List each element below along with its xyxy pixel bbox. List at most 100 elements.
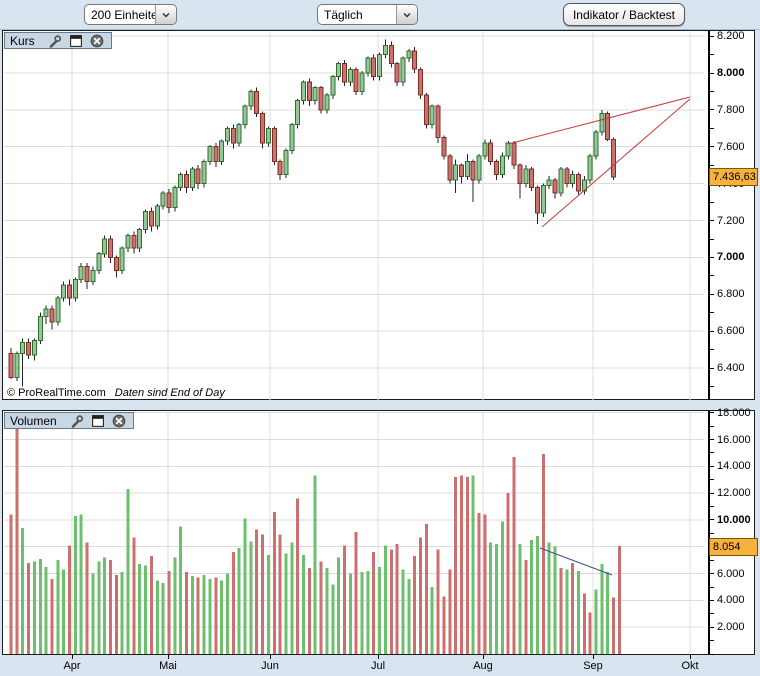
chevron-down-icon[interactable] — [155, 5, 176, 24]
volume-bar — [45, 567, 48, 654]
volume-bar — [554, 547, 557, 654]
volume-bar — [255, 529, 258, 654]
y-tick-label: 7.200 — [717, 215, 745, 227]
y-tick-label: 2.000 — [717, 621, 745, 633]
volume-panel-header[interactable]: Volumen — [4, 412, 134, 429]
close-icon[interactable] — [112, 414, 126, 428]
y-tick — [710, 165, 714, 166]
candle — [342, 64, 346, 82]
candle — [518, 165, 522, 183]
candle — [565, 169, 569, 184]
volume-bar — [290, 543, 293, 654]
trendline[interactable] — [542, 99, 690, 227]
candle — [38, 316, 42, 340]
candle — [62, 285, 66, 298]
candle — [97, 254, 101, 271]
volume-bar — [442, 596, 445, 654]
y-tick — [710, 91, 714, 92]
month-label: Mai — [153, 660, 183, 672]
last-price-tag: 7.436,63 — [709, 168, 758, 186]
y-tick — [710, 128, 714, 129]
window-icon[interactable] — [69, 34, 83, 48]
candle — [173, 187, 177, 207]
y-tick — [710, 54, 714, 55]
candle — [243, 106, 247, 124]
indicator-backtest-button[interactable]: Indikator / Backtest — [563, 3, 685, 26]
y-tick-label: 4.000 — [717, 594, 745, 606]
volume-bar — [144, 566, 147, 655]
volume-bar — [62, 570, 65, 655]
y-tick — [710, 331, 714, 332]
wrench-icon[interactable] — [70, 414, 84, 428]
volume-bar — [173, 558, 176, 655]
candle — [500, 156, 504, 174]
volume-bar — [320, 562, 323, 655]
volume-panel: 18.00016.00014.00012.00010.0006.0004.000… — [2, 410, 755, 655]
y-tick-label: 7.000 — [717, 251, 745, 263]
window-icon[interactable] — [91, 414, 105, 428]
candle — [149, 211, 153, 226]
candle — [44, 309, 48, 316]
close-icon[interactable] — [90, 34, 104, 48]
y-tick-label: 10.000 — [717, 514, 751, 526]
candle — [126, 235, 130, 248]
candle — [571, 174, 575, 183]
candle — [290, 125, 294, 151]
volume-bar — [179, 527, 182, 654]
candle — [120, 248, 124, 270]
candle — [576, 174, 580, 191]
y-tick — [710, 349, 714, 350]
y-tick — [710, 479, 714, 480]
y-tick — [710, 452, 714, 453]
volume-bar — [524, 560, 527, 654]
candle — [553, 180, 557, 193]
volume-bar — [589, 612, 592, 654]
volume-bar — [337, 558, 340, 655]
volume-bar — [384, 545, 387, 654]
x-tick — [378, 655, 379, 659]
candle — [337, 64, 341, 77]
y-tick-label: 18.000 — [717, 407, 751, 419]
units-dropdown[interactable]: 200 Einheiten — [84, 4, 177, 25]
candle — [319, 88, 323, 110]
candle — [208, 147, 212, 162]
chevron-down-icon[interactable] — [396, 5, 417, 24]
wrench-icon[interactable] — [48, 34, 62, 48]
candle — [73, 280, 77, 298]
y-tick-label: 6.800 — [717, 288, 745, 300]
x-tick — [72, 655, 73, 659]
candle — [220, 141, 224, 161]
volume-bar — [232, 552, 235, 654]
volume-bar — [273, 512, 276, 654]
candle — [313, 88, 317, 101]
y-tick — [710, 202, 714, 203]
volume-bar — [466, 477, 469, 654]
candle — [594, 132, 598, 156]
candle — [15, 353, 19, 377]
candle — [278, 162, 282, 175]
candle — [91, 270, 95, 281]
trendline[interactable] — [508, 97, 690, 144]
price-panel-header[interactable]: Kurs — [4, 32, 112, 49]
volume-trendline[interactable] — [540, 548, 612, 575]
price-chart-canvas[interactable] — [4, 32, 704, 400]
volume-bar — [413, 556, 416, 654]
toolbar: 200 Einheiten Täglich Indikator / Backte… — [0, 0, 760, 30]
volume-bar — [565, 570, 568, 655]
y-tick — [710, 573, 714, 574]
volume-bar — [185, 572, 188, 654]
candle — [307, 82, 311, 100]
candle — [249, 91, 253, 106]
price-y-axis: 8.2008.0007.8007.6007.4007.2007.0006.800… — [708, 32, 754, 400]
y-tick — [710, 275, 714, 276]
period-dropdown[interactable]: Täglich — [317, 4, 418, 25]
volume-bar — [91, 574, 94, 654]
volume-chart-canvas[interactable] — [4, 412, 704, 654]
volume-bar — [361, 572, 364, 654]
candle — [407, 51, 411, 58]
volume-bar — [495, 544, 498, 654]
volume-bar — [618, 546, 621, 654]
volume-bar — [431, 587, 434, 654]
candle — [103, 239, 107, 254]
candle — [9, 353, 13, 377]
